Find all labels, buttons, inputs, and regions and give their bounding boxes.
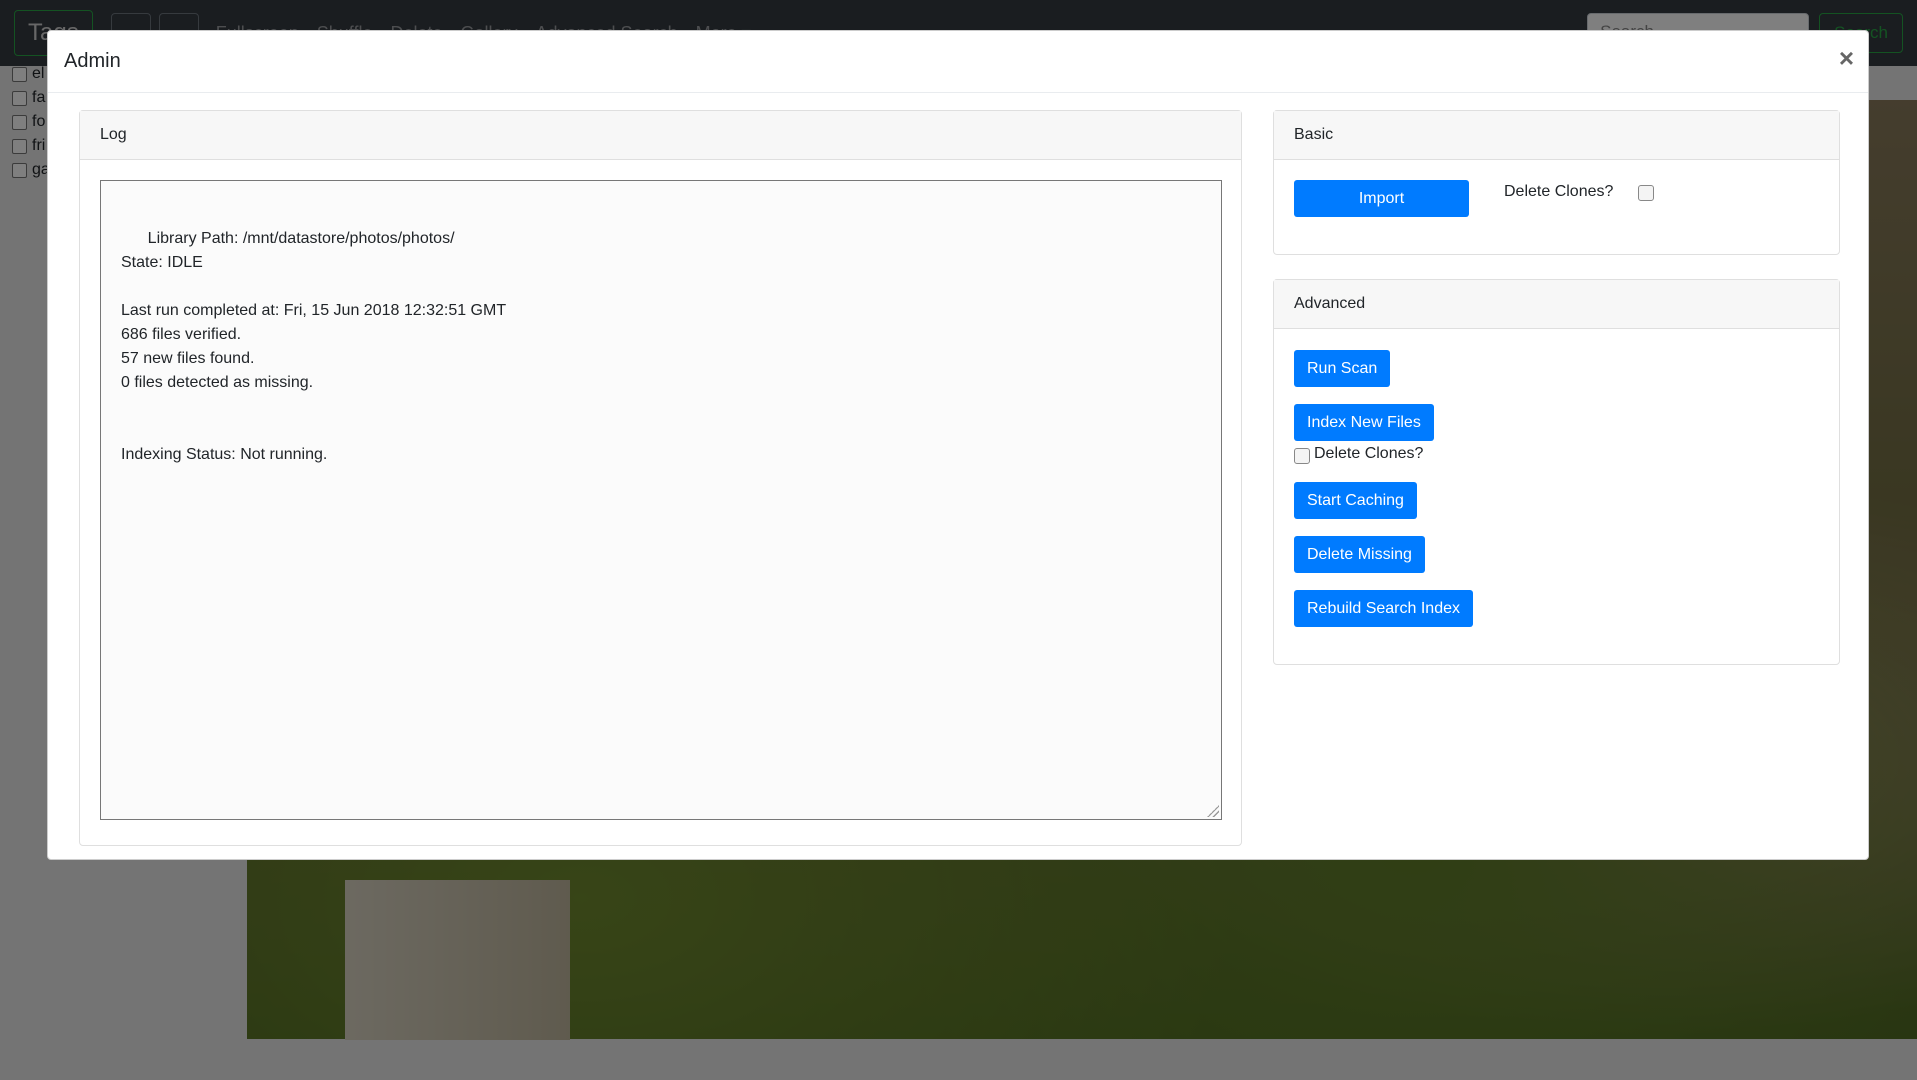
run-scan-button[interactable]: Run Scan xyxy=(1294,350,1391,387)
basic-delete-clones-checkbox[interactable] xyxy=(1638,185,1654,201)
rebuild-search-index-button[interactable]: Rebuild Search Index xyxy=(1294,590,1473,627)
import-button[interactable]: Import xyxy=(1294,180,1469,217)
index-new-files-button[interactable]: Index New Files xyxy=(1294,404,1434,441)
log-card: Log Library Path: /mnt/datastore/photos/… xyxy=(79,110,1242,846)
advanced-delete-clones-label: Delete Clones? xyxy=(1314,445,1424,462)
log-text: Library Path: /mnt/datastore/photos/phot… xyxy=(121,230,507,463)
advanced-delete-clones-checkbox[interactable] xyxy=(1294,448,1310,464)
modal-header: Admin × xyxy=(48,31,1868,93)
modal-title: Admin xyxy=(64,50,121,72)
basic-card: Basic Import Delete Clones? xyxy=(1273,110,1840,255)
advanced-card-header: Advanced xyxy=(1274,280,1839,329)
basic-delete-clones-label: Delete Clones? xyxy=(1504,183,1614,200)
admin-modal: Admin × Log Library Path: /mnt/datastore… xyxy=(47,30,1869,860)
close-icon[interactable]: × xyxy=(1839,39,1854,77)
delete-missing-button[interactable]: Delete Missing xyxy=(1294,536,1425,573)
start-caching-button[interactable]: Start Caching xyxy=(1294,482,1417,519)
basic-card-header: Basic xyxy=(1274,111,1839,160)
advanced-card: Advanced Run Scan Index New Files Delete… xyxy=(1273,279,1840,665)
log-card-header: Log xyxy=(80,111,1241,160)
resize-handle-icon[interactable] xyxy=(1207,805,1219,817)
log-textarea[interactable]: Library Path: /mnt/datastore/photos/phot… xyxy=(100,180,1222,820)
